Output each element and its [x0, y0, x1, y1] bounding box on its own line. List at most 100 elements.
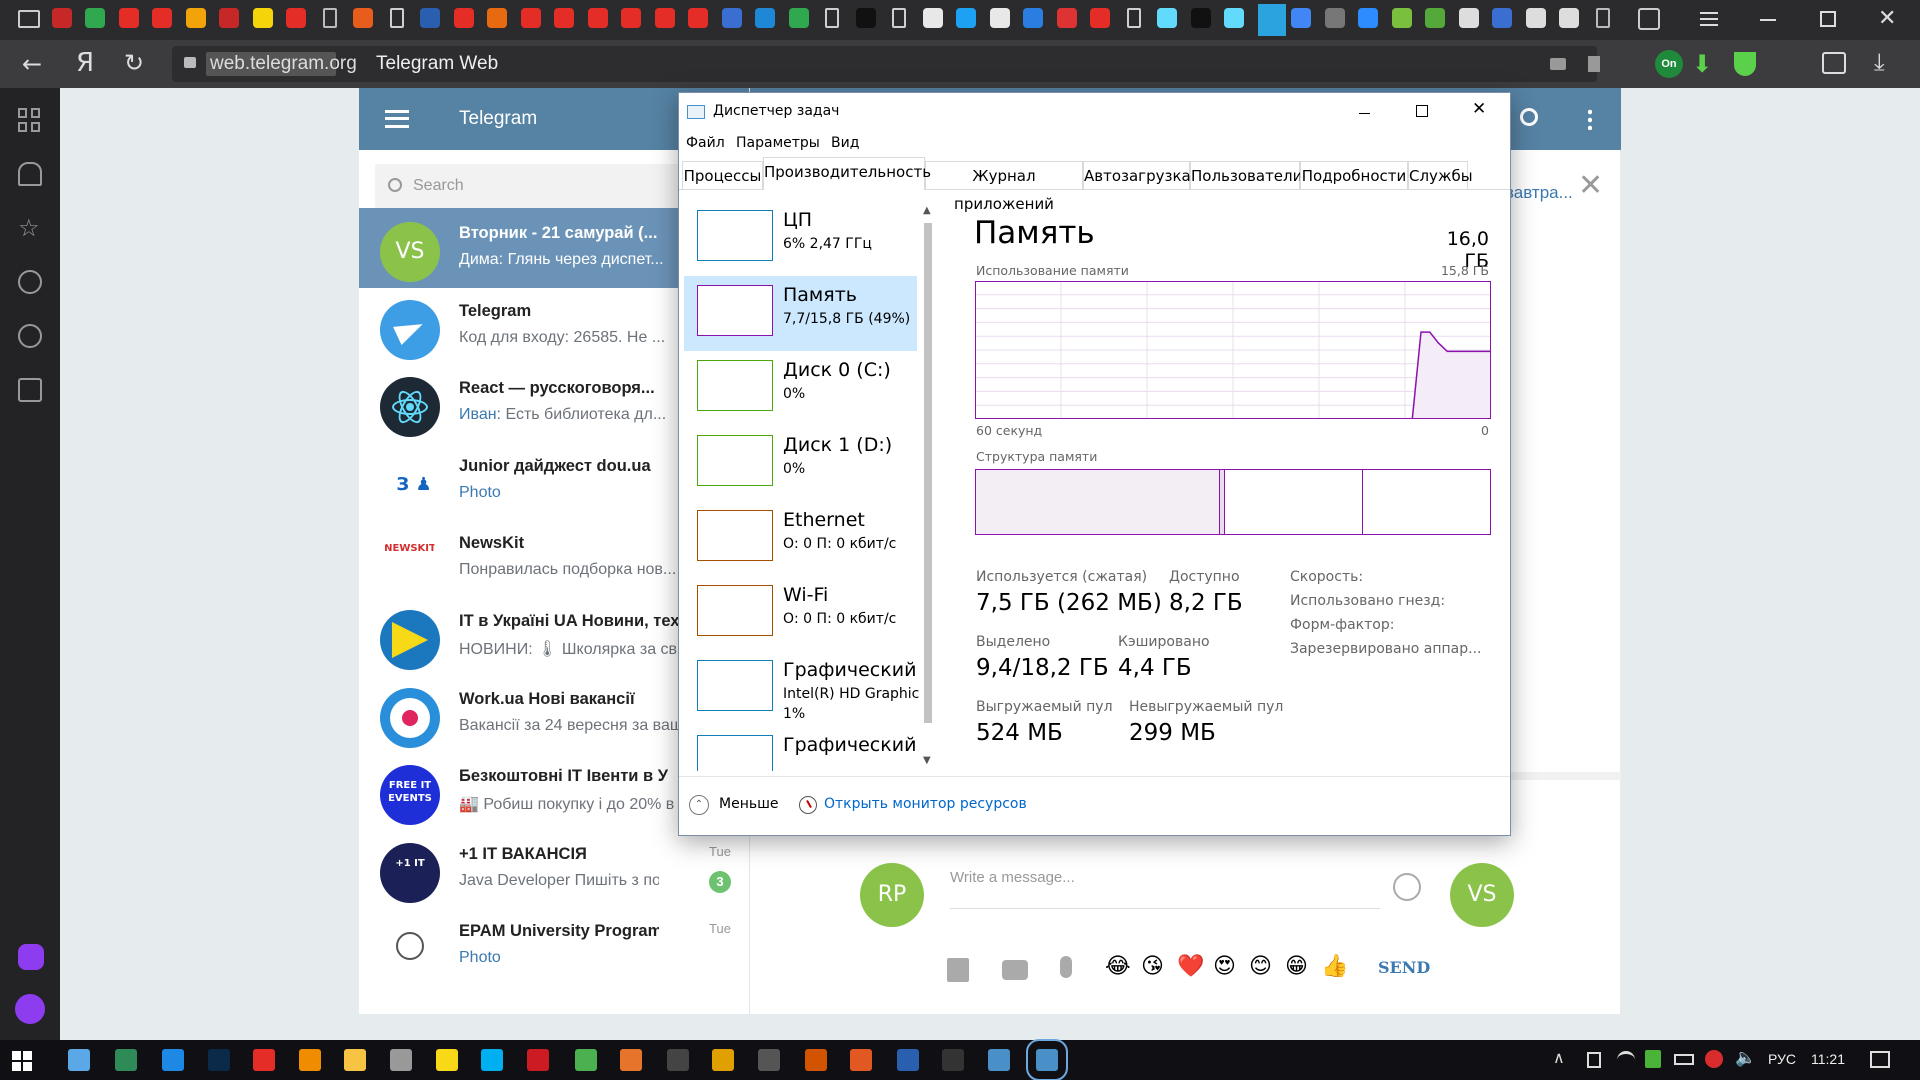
- tm-tab[interactable]: Пользователи: [1190, 161, 1302, 189]
- resource-monitor-link[interactable]: Открыть монитор ресурсов: [799, 795, 1039, 817]
- tm-tab[interactable]: Подробности: [1300, 161, 1408, 189]
- avast-icon[interactable]: [299, 1049, 321, 1071]
- calculator-icon[interactable]: [897, 1049, 919, 1071]
- doc-icon[interactable]: [1126, 8, 1141, 28]
- close-pinned-icon[interactable]: ✕: [1578, 168, 1603, 203]
- youtube-icon[interactable]: [152, 8, 173, 28]
- message-input[interactable]: Write a message...: [950, 869, 1380, 909]
- url-field[interactable]: web.telegram.org Telegram Web: [172, 46, 1600, 82]
- youtube-icon[interactable]: [286, 8, 307, 28]
- tm-menu-file[interactable]: Файл: [686, 135, 725, 151]
- history-clock-icon[interactable]: [18, 270, 42, 294]
- back-arrow-icon[interactable]: [322, 8, 337, 28]
- chrome-icon[interactable]: [712, 1049, 734, 1071]
- x-icon[interactable]: [219, 8, 240, 28]
- antivirus-icon[interactable]: [1705, 1050, 1723, 1068]
- youtube-icon[interactable]: [118, 8, 139, 28]
- resource-item[interactable]: Память 7,7/15,8 ГБ (49%): [684, 276, 917, 351]
- attach-photo-icon[interactable]: [1002, 960, 1028, 980]
- quick-emoji-button[interactable]: 👍: [1321, 954, 1348, 979]
- attach-file-icon[interactable]: [947, 958, 969, 982]
- image-icon[interactable]: [721, 8, 742, 28]
- bc-icon[interactable]: [185, 8, 206, 28]
- quick-emoji-button[interactable]: ❤️: [1177, 954, 1204, 979]
- circle-icon[interactable]: [956, 8, 977, 28]
- m-app-icon[interactable]: [667, 1049, 689, 1071]
- app-icon[interactable]: [850, 1049, 872, 1071]
- windows-start-icon[interactable]: [12, 1051, 32, 1071]
- header-search-icon[interactable]: [1520, 108, 1538, 126]
- file-explorer-icon[interactable]: [68, 1049, 90, 1071]
- tm-menu-view[interactable]: Вид: [831, 135, 859, 151]
- tray-tablet-icon[interactable]: [1587, 1052, 1601, 1068]
- send-button[interactable]: SEND: [1378, 958, 1430, 977]
- play-icon[interactable]: [1023, 8, 1044, 28]
- close-window-icon[interactable]: ✕: [1878, 6, 1896, 31]
- youtube-icon[interactable]: [453, 8, 474, 28]
- minimize-window-icon[interactable]: [1760, 19, 1776, 21]
- store-icon[interactable]: [115, 1049, 137, 1071]
- youtube-icon[interactable]: [587, 8, 608, 28]
- battery-icon[interactable]: [1674, 1054, 1694, 1065]
- x-icon[interactable]: [52, 8, 72, 28]
- hamburger-menu-icon[interactable]: [385, 110, 409, 128]
- doc-icon[interactable]: [892, 8, 907, 28]
- doc-icon[interactable]: [389, 8, 404, 28]
- youtube-icon[interactable]: [554, 8, 575, 28]
- reader-icon[interactable]: [1550, 58, 1566, 70]
- w-icon[interactable]: [755, 8, 776, 28]
- tm-tab[interactable]: Автозагрузка: [1083, 161, 1191, 189]
- back-arrow-icon[interactable]: ←: [22, 50, 42, 78]
- alice-voice-icon[interactable]: [15, 994, 45, 1024]
- paw-icon[interactable]: [487, 8, 508, 28]
- scroll-down-icon[interactable]: ▼: [923, 755, 931, 766]
- yandex-icon[interactable]: [1090, 8, 1111, 28]
- tm-close-icon[interactable]: ✕: [1472, 99, 1486, 119]
- pinned-bar-text[interactable]: завтра...: [1506, 183, 1573, 203]
- settings-icon[interactable]: [390, 1049, 412, 1071]
- scroll-up-icon[interactable]: ▲: [923, 205, 931, 216]
- zen-search-icon[interactable]: [18, 378, 42, 402]
- resource-item[interactable]: Графический п Intel(R) HD Graphics 1%: [684, 651, 919, 726]
- collections-icon[interactable]: [1822, 52, 1846, 74]
- skype-icon[interactable]: [481, 1049, 503, 1071]
- emoji-smile-icon[interactable]: [1393, 873, 1421, 901]
- zoom-icon[interactable]: [1358, 8, 1379, 28]
- quick-emoji-button[interactable]: 😂: [1105, 954, 1131, 979]
- tab-panel-icon[interactable]: [18, 10, 40, 28]
- download-extension-icon[interactable]: ⬇: [1692, 50, 1712, 78]
- react-icon[interactable]: [1224, 8, 1245, 28]
- shield-icon[interactable]: [1056, 8, 1077, 28]
- yandex-logo-icon[interactable]: Я: [76, 48, 94, 78]
- youtube-icon[interactable]: [654, 8, 675, 28]
- menu-icon[interactable]: [1700, 12, 1718, 26]
- youtube-icon[interactable]: [621, 8, 642, 28]
- bell-icon[interactable]: [18, 162, 42, 186]
- docs-icon[interactable]: [1291, 8, 1312, 28]
- sticky-notes-icon[interactable]: [436, 1049, 458, 1071]
- reload-icon[interactable]: ↻: [124, 49, 144, 77]
- quick-emoji-button[interactable]: 😍: [1213, 954, 1236, 979]
- peer-avatar[interactable]: VS: [1450, 863, 1514, 927]
- notification-center-icon[interactable]: [1870, 1051, 1890, 1068]
- hex-icon[interactable]: [1425, 8, 1446, 28]
- remote-icon[interactable]: [988, 1049, 1010, 1071]
- tray-pen-icon[interactable]: [1645, 1050, 1661, 1068]
- header-more-icon[interactable]: [1588, 108, 1592, 130]
- adguard-shield-icon[interactable]: [1734, 52, 1756, 76]
- terminal-icon[interactable]: [942, 1049, 964, 1071]
- fewer-details-button[interactable]: ⌃ Меньше: [689, 795, 799, 817]
- tm-minimize-icon[interactable]: [1359, 113, 1370, 114]
- microphone-icon[interactable]: [1060, 956, 1072, 978]
- apps-grid-icon[interactable]: [18, 108, 42, 132]
- restore-window-icon[interactable]: [1820, 11, 1836, 27]
- youtube-icon[interactable]: [520, 8, 541, 28]
- quick-emoji-button[interactable]: 😘: [1141, 954, 1164, 979]
- show-hidden-icons-icon[interactable]: ∧: [1553, 1048, 1565, 1067]
- tab-icon[interactable]: [1324, 8, 1345, 28]
- cube-icon[interactable]: [805, 1049, 827, 1071]
- borussia-icon[interactable]: [252, 8, 273, 28]
- m-icon[interactable]: [855, 8, 876, 28]
- folder-icon[interactable]: [344, 1049, 366, 1071]
- tm-menu-options[interactable]: Параметры: [736, 135, 820, 151]
